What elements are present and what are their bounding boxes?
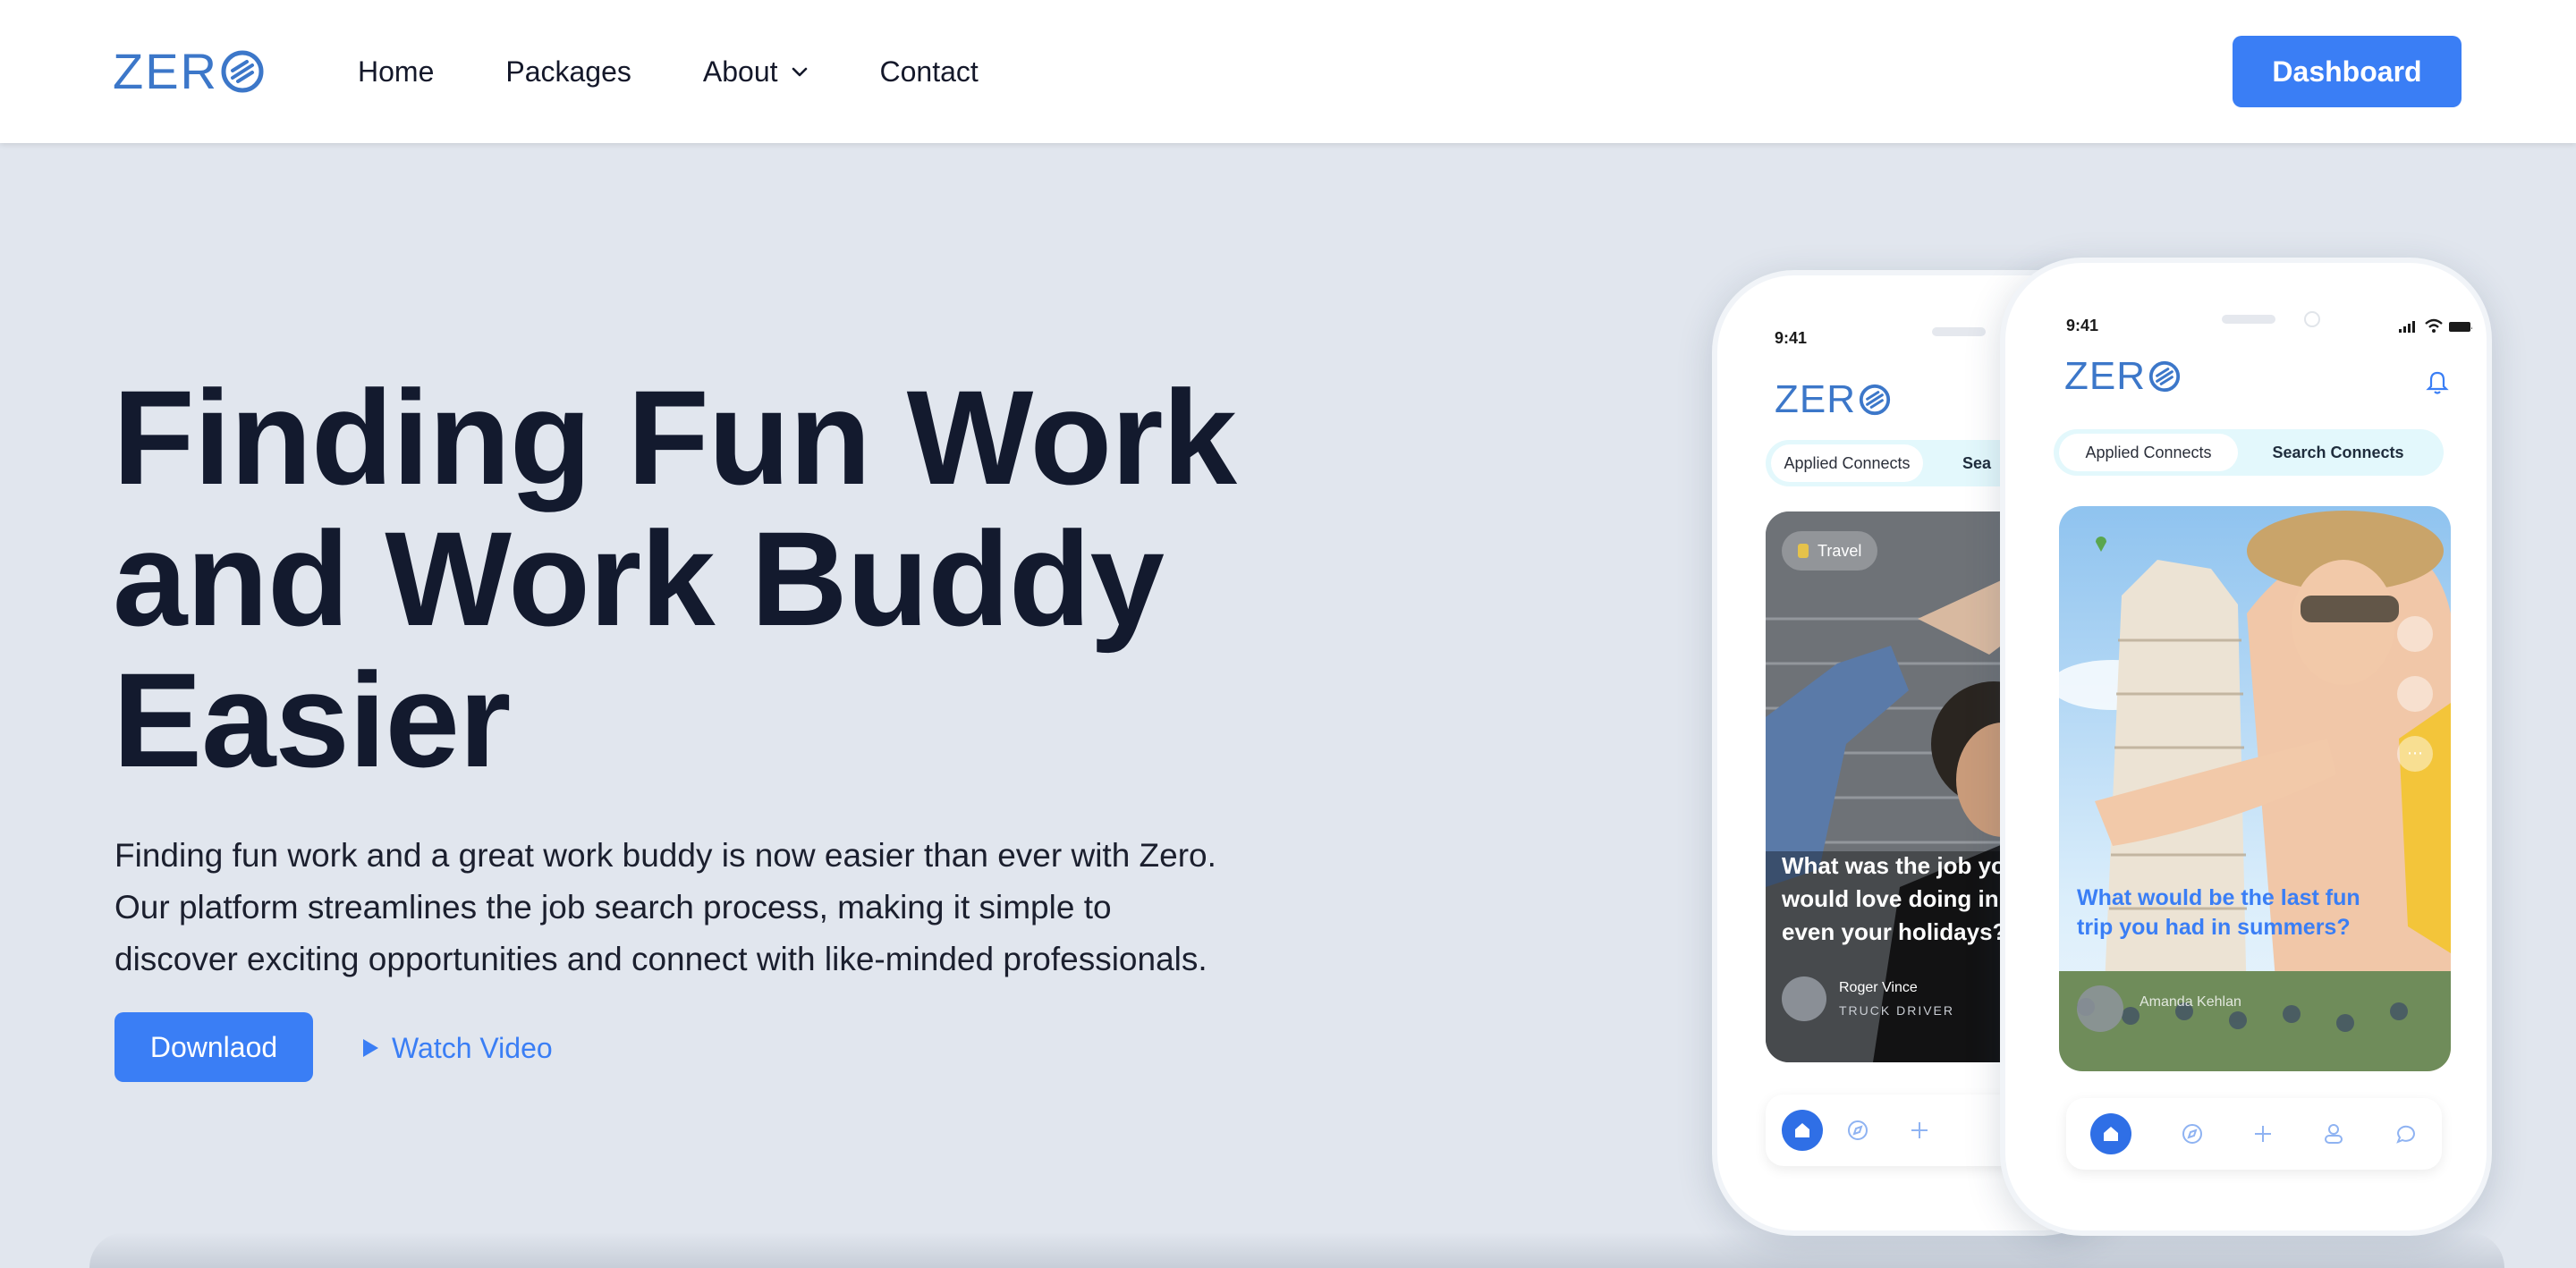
nav-packages-link[interactable]: Packages xyxy=(505,55,631,89)
compass-icon[interactable] xyxy=(1846,1119,1869,1142)
tag-icon xyxy=(1798,544,1809,558)
add-icon[interactable] xyxy=(1909,1120,1930,1141)
hero-title: Finding Fun Work and Work Buddy Easier xyxy=(113,362,1237,795)
section-edge-shadow xyxy=(89,1232,2504,1268)
status-time: 9:41 xyxy=(2066,317,2099,334)
signal-icon xyxy=(2399,321,2415,333)
home-tab-icon[interactable] xyxy=(2090,1113,2132,1154)
phone-front-logo: ZER xyxy=(2064,354,2182,399)
nav-about-dropdown[interactable]: About xyxy=(703,55,809,89)
nav-home-link[interactable]: Home xyxy=(358,55,434,89)
tab-search-connects[interactable]: Search Connects xyxy=(2238,444,2438,462)
status-icons xyxy=(2399,318,2474,333)
author-avatar xyxy=(1782,976,1826,1021)
logo-o-icon xyxy=(221,50,264,93)
card-question: What would be the last fun trip you had … xyxy=(2077,885,2360,940)
phone-notch xyxy=(2222,315,2275,324)
top-navbar: ZER Home Packages About Contact Dashboar… xyxy=(0,0,2576,143)
dashboard-button[interactable]: Dashboard xyxy=(2233,36,2462,107)
phone-notch xyxy=(1932,327,1986,336)
download-button[interactable]: Downlaod xyxy=(114,1012,313,1082)
phone-mockup-front: 9:41 ZER Applied Connects Search Connect… xyxy=(2000,258,2492,1236)
add-icon[interactable] xyxy=(2252,1123,2274,1145)
chat-icon[interactable] xyxy=(2394,1122,2418,1145)
play-icon xyxy=(363,1039,378,1057)
phone-logo-text: ZER xyxy=(1775,377,1856,421)
home-tab-icon[interactable] xyxy=(1782,1110,1823,1151)
card-photo xyxy=(2059,506,2451,1071)
watch-video-label: Watch Video xyxy=(392,1031,553,1064)
like-icon[interactable] xyxy=(2397,616,2433,653)
status-time: 9:41 xyxy=(1775,329,1808,347)
tab-applied-connects[interactable]: Applied Connects xyxy=(2059,434,2238,471)
card-tag: Travel xyxy=(1782,531,1878,571)
camera-dot xyxy=(2304,311,2320,327)
hero-description: Finding fun work and a great work buddy … xyxy=(114,837,1216,977)
nav-about-label: About xyxy=(702,55,778,88)
phone-front-bottom-nav xyxy=(2066,1098,2442,1170)
comment-icon[interactable] xyxy=(2397,675,2433,712)
more-options-icon[interactable]: ⋯ xyxy=(2397,735,2433,772)
main-nav: Home Packages About Contact xyxy=(358,50,1050,93)
chevron-down-icon xyxy=(792,67,807,77)
nav-contact-link[interactable]: Contact xyxy=(880,55,979,89)
card-action-rail: ⋯ xyxy=(2388,604,2442,783)
notification-bell-icon[interactable] xyxy=(2426,370,2449,395)
logo-o-icon xyxy=(2148,360,2181,393)
phone-front-screen: 9:41 ZER Applied Connects Search Connect… xyxy=(2018,275,2474,1218)
location-pin-icon xyxy=(2096,537,2106,552)
logo-text: ZER xyxy=(113,43,218,99)
wifi-icon xyxy=(2425,318,2443,333)
people-icon[interactable] xyxy=(2322,1122,2345,1145)
zero-logo[interactable]: ZER xyxy=(113,46,265,97)
author-name: Roger Vince xyxy=(1839,980,1918,995)
author-role: TRUCK DRIVER xyxy=(1839,1003,1955,1018)
tab-applied-connects[interactable]: Applied Connects xyxy=(1771,444,1923,482)
battery-icon xyxy=(2449,322,2473,332)
phone-back-logo: ZER xyxy=(1775,377,1892,422)
question-card[interactable]: ⋯ What would be the last fun trip you ha… xyxy=(2059,506,2451,1071)
phone-front-tabs: Applied Connects Search Connects xyxy=(2054,429,2444,476)
author-name: Amanda Kehlan xyxy=(2140,994,2241,1010)
compass-icon[interactable] xyxy=(2181,1122,2204,1145)
phone-logo-text: ZER xyxy=(2064,354,2146,398)
watch-video-link[interactable]: Watch Video xyxy=(361,1028,553,1068)
author-avatar xyxy=(2077,985,2123,1032)
logo-o-icon xyxy=(1859,384,1891,416)
card-tag-label: Travel xyxy=(1818,541,1862,560)
